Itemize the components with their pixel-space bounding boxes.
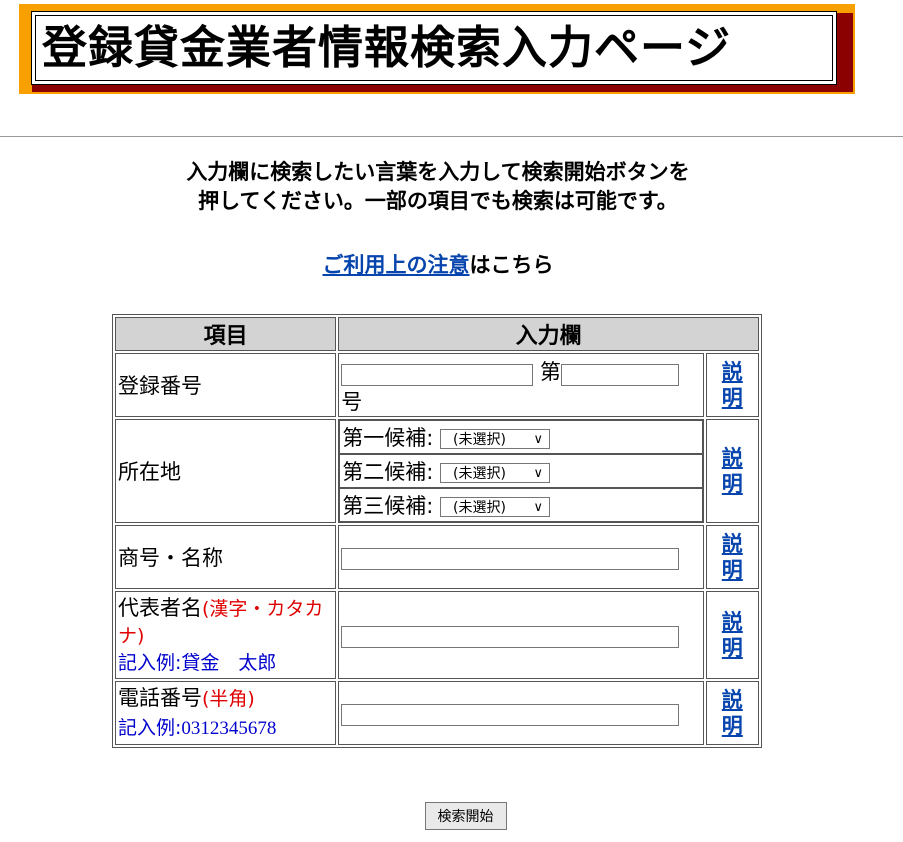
candidate-3-label: 第三候補: <box>342 494 434 518</box>
table-row: 所在地 第一候補: (未選択) ∨ 第二候補: (未選択) ∨ 第三候補: (未選択… <box>115 419 759 523</box>
header-input: 入力欄 <box>338 317 759 351</box>
candidate-1-label: 第一候補: <box>342 426 434 450</box>
candidate-2-select[interactable]: (未選択) ∨ <box>440 463 550 483</box>
table-row: 代表者名(漢字・カタカナ) 記入例:貸金 太郎 説明 <box>115 591 759 679</box>
chevron-down-icon: ∨ <box>533 466 543 481</box>
trade-name-input[interactable] <box>341 547 680 570</box>
intro-line-2: 押してください。一部の項目でも検索は可能です。 <box>198 189 678 213</box>
submit-area: 検索開始 <box>0 802 903 830</box>
usage-notice-link[interactable]: ご利用上の注意 <box>323 253 470 277</box>
phone-help: 説明 <box>705 681 759 745</box>
representative-help: 説明 <box>705 591 759 679</box>
divider <box>0 136 903 137</box>
phone-example: 記入例:0312345678 <box>118 717 276 739</box>
location-help: 説明 <box>705 419 759 523</box>
phone-label: 電話番号 <box>118 685 202 710</box>
notice-line: ご利用上の注意はこちら <box>0 249 876 279</box>
phone-help-link[interactable]: 説明 <box>719 687 745 739</box>
chevron-down-icon: ∨ <box>533 500 543 515</box>
page-title: 登録貸金業者情報検索入力ページ <box>42 21 732 74</box>
candidate-1-value: (未選択) <box>453 432 506 448</box>
search-start-button[interactable]: 検索開始 <box>424 802 507 830</box>
phone-example-value: 0312345678 <box>181 717 277 739</box>
representative-input[interactable] <box>341 625 680 648</box>
registration-help: 説明 <box>705 353 759 417</box>
representative-example: 記入例:貸金 太郎 <box>118 651 277 674</box>
table-row: 電話番号(半角) 記入例:0312345678 説明 <box>115 681 759 745</box>
table-row: 登録番号 第 号 説明 <box>115 353 759 417</box>
registration-dai-label: 第 <box>539 360 561 384</box>
registration-help-link[interactable]: 説明 <box>719 359 745 411</box>
candidate-1: 第一候補: (未選択) ∨ <box>339 420 703 454</box>
trade-name-label: 商号・名称 <box>115 525 337 589</box>
candidate-2-label: 第二候補: <box>342 460 434 484</box>
search-form-table: 項目 入力欄 登録番号 第 号 説明 所在地 第一候補: (未選択) ∨ 第二候補… <box>112 314 762 748</box>
intro-text: 入力欄に検索したい言葉を入力して検索開始ボタンを 押してください。一部の項目でも… <box>0 158 876 216</box>
candidate-3: 第三候補: (未選択) ∨ <box>339 488 703 522</box>
intro-line-1: 入力欄に検索したい言葉を入力して検索開始ボタンを <box>186 160 690 184</box>
representative-label-cell: 代表者名(漢字・カタカナ) 記入例:貸金 太郎 <box>115 591 337 679</box>
location-input-cell: 第一候補: (未選択) ∨ 第二候補: (未選択) ∨ 第三候補: (未選択) ∨ <box>338 419 704 523</box>
representative-help-link[interactable]: 説明 <box>719 609 745 661</box>
banner-frame: 登録貸金業者情報検索入力ページ <box>31 11 837 85</box>
registration-label: 登録番号 <box>115 353 337 417</box>
trade-name-input-cell <box>338 525 704 589</box>
candidate-3-value: (未選択) <box>453 500 506 516</box>
phone-note: (半角) <box>202 687 255 710</box>
trade-name-help: 説明 <box>705 525 759 589</box>
table-row: 商号・名称 説明 <box>115 525 759 589</box>
candidate-2: 第二候補: (未選択) ∨ <box>339 454 703 488</box>
phone-input-cell <box>338 681 704 745</box>
phone-input[interactable] <box>341 703 680 726</box>
phone-label-cell: 電話番号(半角) 記入例:0312345678 <box>115 681 337 745</box>
registration-input-cell: 第 号 <box>338 353 704 417</box>
location-label: 所在地 <box>115 419 337 523</box>
notice-suffix: はこちら <box>469 253 554 277</box>
registration-number-input[interactable] <box>560 363 679 386</box>
registration-prefix-input[interactable] <box>341 363 534 386</box>
banner-inner-frame: 登録貸金業者情報検索入力ページ <box>35 15 833 81</box>
candidate-2-value: (未選択) <box>453 466 506 482</box>
location-candidates: 第一候補: (未選択) ∨ 第二候補: (未選択) ∨ 第三候補: (未選択) ∨ <box>339 420 703 522</box>
representative-input-cell <box>338 591 704 679</box>
trade-name-help-link[interactable]: 説明 <box>719 531 745 583</box>
registration-go-label: 号 <box>341 390 363 414</box>
candidate-1-select[interactable]: (未選択) ∨ <box>440 429 550 449</box>
title-banner: 登録貸金業者情報検索入力ページ <box>19 4 855 94</box>
header-item: 項目 <box>115 317 337 351</box>
candidate-3-select[interactable]: (未選択) ∨ <box>440 497 550 517</box>
phone-example-prefix: 記入例: <box>118 716 182 739</box>
table-header-row: 項目 入力欄 <box>115 317 759 351</box>
location-help-link[interactable]: 説明 <box>719 445 745 497</box>
representative-label: 代表者名 <box>118 595 202 620</box>
chevron-down-icon: ∨ <box>533 432 543 447</box>
